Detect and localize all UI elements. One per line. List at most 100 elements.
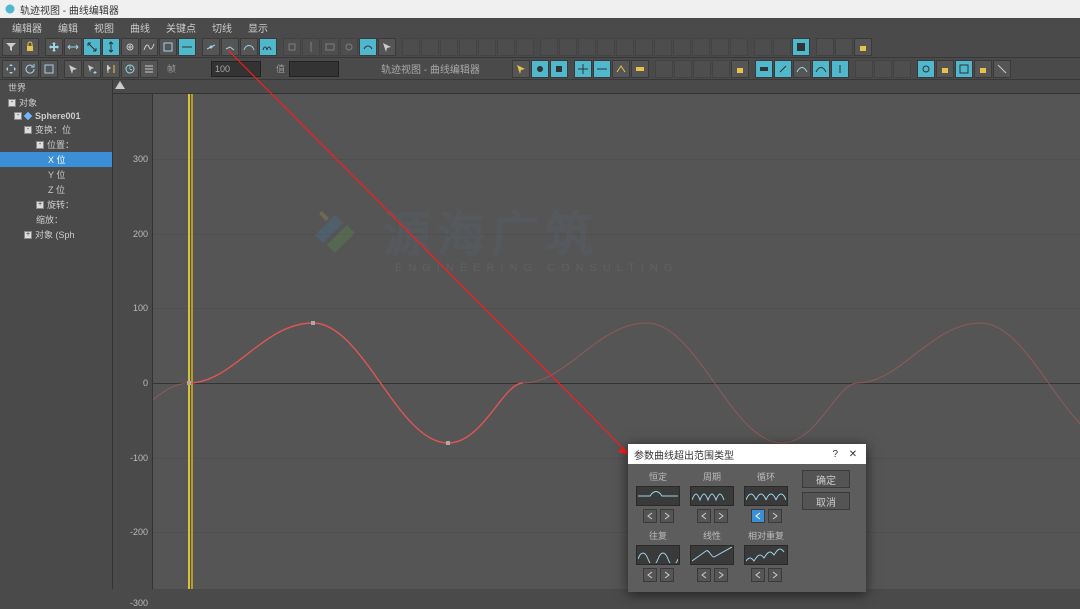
draw-curves-icon[interactable]: [140, 38, 158, 56]
type-loop-in[interactable]: [751, 509, 765, 523]
tree-scale[interactable]: 缩放：: [0, 212, 112, 227]
frame-input[interactable]: [211, 61, 261, 77]
minus-icon[interactable]: -: [8, 99, 16, 107]
tb2-f1[interactable]: [917, 60, 935, 78]
value-input[interactable]: [289, 61, 339, 77]
plus-icon[interactable]: +: [36, 201, 44, 209]
type-relative-out[interactable]: [768, 568, 782, 582]
ruler-top[interactable]: [113, 80, 1080, 94]
minus-icon[interactable]: -: [14, 112, 22, 120]
rotate-icon[interactable]: [21, 60, 39, 78]
type-cycle-in[interactable]: [697, 509, 711, 523]
tb2-b2[interactable]: [593, 60, 611, 78]
tb2-d4[interactable]: [812, 60, 830, 78]
list-icon[interactable]: [140, 60, 158, 78]
select-time-icon[interactable]: [102, 60, 120, 78]
tb1-y11[interactable]: [730, 38, 748, 56]
tree-obj2[interactable]: +对象 (Sph: [0, 227, 112, 242]
tb1-x3[interactable]: [440, 38, 458, 56]
move-icon[interactable]: [2, 60, 20, 78]
unify-tangent-icon[interactable]: [240, 38, 258, 56]
tb2-c1[interactable]: [655, 60, 673, 78]
tb1-y1[interactable]: [540, 38, 558, 56]
lock-icon[interactable]: [21, 38, 39, 56]
tb2-b3[interactable]: [612, 60, 630, 78]
type-linear-in[interactable]: [697, 568, 711, 582]
region-key-icon[interactable]: [340, 38, 358, 56]
tree-transform[interactable]: -变换：位: [0, 122, 112, 137]
tb1-x2[interactable]: [421, 38, 439, 56]
tree-world[interactable]: 世界: [0, 80, 112, 95]
tb1-y6[interactable]: [635, 38, 653, 56]
move-keys-icon[interactable]: [45, 38, 63, 56]
dialog-title-bar[interactable]: 参数曲线超出范围类型 ? ✕: [628, 444, 866, 464]
tb2-e2[interactable]: [874, 60, 892, 78]
tb1-w1[interactable]: [816, 38, 834, 56]
lock-tb2-icon[interactable]: [731, 60, 749, 78]
tb2-c3[interactable]: [693, 60, 711, 78]
type-loop-out[interactable]: [768, 509, 782, 523]
menu-keys[interactable]: 关键点: [158, 20, 204, 35]
close-icon[interactable]: ✕: [846, 447, 860, 461]
menu-view[interactable]: 视图: [86, 20, 122, 35]
tb1-w2[interactable]: [835, 38, 853, 56]
tangent-flat-icon[interactable]: [178, 38, 196, 56]
tb1-y3[interactable]: [578, 38, 596, 56]
tb2-a3[interactable]: [550, 60, 568, 78]
tb2-f2-gold[interactable]: [936, 60, 954, 78]
type-pingpong-in[interactable]: [643, 568, 657, 582]
tb2-a2[interactable]: [531, 60, 549, 78]
tb1-x7[interactable]: [516, 38, 534, 56]
tb1-z3[interactable]: [792, 38, 810, 56]
param-curve-out-of-range-icon[interactable]: [259, 38, 277, 56]
tb2-d1[interactable]: [755, 60, 773, 78]
set-tangent-icon[interactable]: [202, 38, 220, 56]
type-relative-in[interactable]: [751, 568, 765, 582]
time-config-icon[interactable]: [121, 60, 139, 78]
type-constant-out[interactable]: [660, 509, 674, 523]
select-add-icon[interactable]: [83, 60, 101, 78]
tb2-f4-gold[interactable]: [974, 60, 992, 78]
reduce-keys-icon[interactable]: [159, 38, 177, 56]
tb1-y10[interactable]: [711, 38, 729, 56]
tb2-f5[interactable]: [993, 60, 1011, 78]
tb1-y7[interactable]: [654, 38, 672, 56]
minus-icon[interactable]: -: [36, 141, 44, 149]
type-constant-in[interactable]: [643, 509, 657, 523]
cancel-button[interactable]: 取消: [802, 492, 850, 510]
tb1-z1[interactable]: [754, 38, 772, 56]
tree-objects[interactable]: -对象: [0, 95, 112, 110]
break-tangent-icon[interactable]: [221, 38, 239, 56]
tb2-c4[interactable]: [712, 60, 730, 78]
scale-keys-icon[interactable]: [83, 38, 101, 56]
menu-editor[interactable]: 编辑器: [4, 20, 50, 35]
minus-icon[interactable]: -: [24, 126, 32, 134]
scale-values-icon[interactable]: [102, 38, 120, 56]
tb2-f3[interactable]: [955, 60, 973, 78]
tb2-a1[interactable]: [512, 60, 530, 78]
tree-y[interactable]: Y 位: [0, 167, 112, 182]
tb2-b1[interactable]: [574, 60, 592, 78]
curve-area[interactable]: 300 200 100 0 -100 -200 -300: [113, 80, 1080, 589]
tb2-e1[interactable]: [855, 60, 873, 78]
type-cycle-out[interactable]: [714, 509, 728, 523]
menu-tangent[interactable]: 切线: [204, 20, 240, 35]
tree-position[interactable]: -位置：: [0, 137, 112, 152]
tb2-d3[interactable]: [793, 60, 811, 78]
type-linear-out[interactable]: [714, 568, 728, 582]
show-buffer-icon[interactable]: [359, 38, 377, 56]
lock-gold-icon[interactable]: [854, 38, 872, 56]
tb2-c2[interactable]: [674, 60, 692, 78]
ok-button[interactable]: 确定: [802, 470, 850, 488]
tree-x[interactable]: X 位: [0, 152, 112, 167]
tree-sphere[interactable]: -Sphere001: [0, 110, 112, 122]
add-keys-icon[interactable]: [121, 38, 139, 56]
graph[interactable]: [153, 94, 1080, 589]
menu-curve[interactable]: 曲线: [122, 20, 158, 35]
tb2-b4[interactable]: [631, 60, 649, 78]
slide-keys-icon[interactable]: [64, 38, 82, 56]
tb1-x5[interactable]: [478, 38, 496, 56]
type-pingpong-out[interactable]: [660, 568, 674, 582]
select-arrow-icon[interactable]: [64, 60, 82, 78]
tree-z[interactable]: Z 位: [0, 182, 112, 197]
